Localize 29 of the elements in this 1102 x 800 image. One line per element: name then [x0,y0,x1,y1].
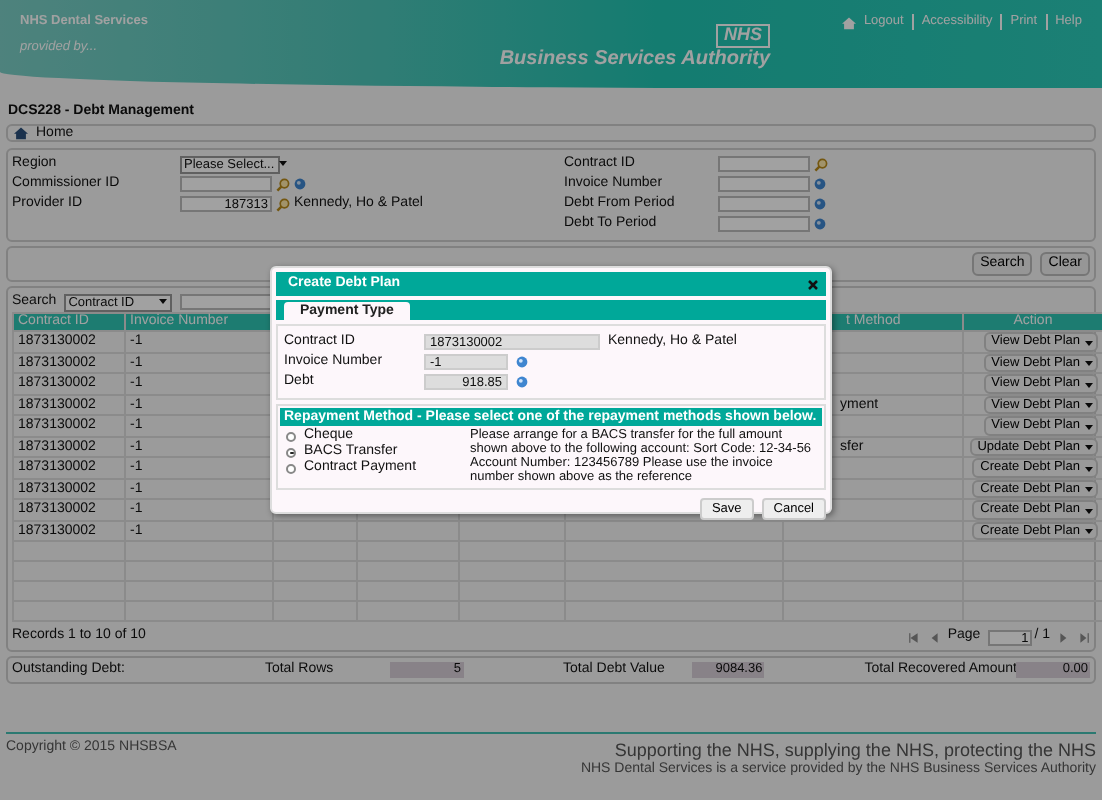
home-icon[interactable] [14,126,28,141]
radio-button[interactable] [286,431,296,441]
search-icon[interactable] [276,177,290,192]
help-icon[interactable] [814,198,826,211]
input-field[interactable] [718,196,810,213]
first-page-icon[interactable] [907,631,920,644]
last-page-icon[interactable] [1078,631,1090,644]
help-icon[interactable] [294,178,306,191]
input-field[interactable] [180,176,272,193]
footer-slogan: Supporting the NHS, supplying the NHS, protecting the NHS [612,740,1096,761]
authority-name: Business Services Authority [499,47,771,72]
radio-button[interactable] [286,447,296,457]
search-field[interactable] [180,294,273,311]
help-icon[interactable] [516,376,528,388]
caret-icon [278,157,289,168]
help-icon[interactable] [516,356,528,368]
input-field[interactable] [718,176,810,193]
caret-icon [158,295,169,306]
radio-button[interactable] [286,463,296,473]
nhs-logo: NHS [716,24,771,48]
previous-page-icon[interactable] [927,631,940,644]
next-page-icon[interactable] [1058,631,1070,644]
input-field[interactable] [718,156,810,173]
help-icon[interactable] [814,218,826,231]
search-icon[interactable] [276,197,290,212]
help-icon[interactable] [814,178,826,191]
search-icon[interactable] [814,157,828,172]
input-field[interactable] [718,216,810,233]
close-icon[interactable] [808,279,818,289]
